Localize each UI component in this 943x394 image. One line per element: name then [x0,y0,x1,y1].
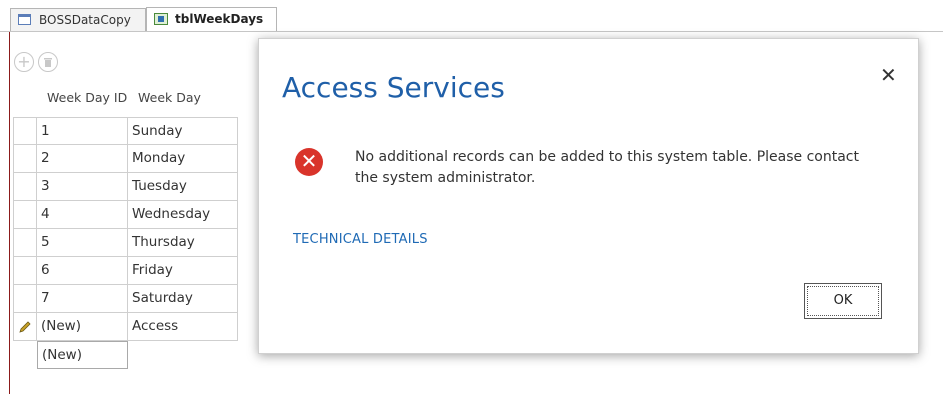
table-view-icon [154,13,168,25]
cell-week-day-id[interactable]: 7 [37,285,128,313]
cell-week-day[interactable]: Sunday [128,117,238,145]
cell-week-day[interactable]: Access [128,313,238,341]
cell-week-day[interactable]: Saturday [128,285,238,313]
cell-week-day-id[interactable]: (New) [37,313,128,341]
row-selector[interactable] [13,257,37,285]
error-message: No additional records can be added to th… [355,149,859,186]
row-selector[interactable] [13,285,37,313]
ok-button-label: OK [807,286,879,316]
cell-week-day[interactable]: Wednesday [128,201,238,229]
row-selector[interactable] [13,313,37,341]
cell-week-day-id[interactable]: 3 [37,173,128,201]
left-border [9,32,10,394]
cell-week-day-id[interactable]: 4 [37,201,128,229]
row-selector[interactable] [13,229,37,257]
technical-details-link[interactable]: TECHNICAL DETAILS [293,232,428,247]
error-icon: ✕ [295,148,323,176]
tab-baseline [0,31,943,32]
cell-week-day[interactable]: Tuesday [128,173,238,201]
document-tab-strip: BOSSDataCopy tblWeekDays [0,0,943,32]
row-selector[interactable] [13,145,37,173]
cell-week-day-id[interactable]: (New) [37,341,128,369]
tab-label: tblWeekDays [175,12,264,26]
plus-circle-icon: + [17,52,31,71]
cell-week-day[interactable]: Friday [128,257,238,285]
form-icon [18,14,31,25]
cell-week-day-id[interactable]: 2 [37,145,128,173]
tab-bossdatacopy[interactable]: BOSSDataCopy [10,8,146,31]
cell-week-day-id[interactable]: 1 [37,117,128,145]
pencil-edit-icon [19,321,31,333]
dialog-title: Access Services [282,71,505,104]
cell-week-day[interactable]: Thursday [128,229,238,257]
column-header-week-day-id[interactable]: Week Day ID [47,90,127,105]
trash-circle-icon [44,58,52,67]
add-record-button[interactable]: + [14,52,34,72]
tab-tblweekdays[interactable]: tblWeekDays [146,7,277,32]
error-dialog: Access Services ✕ ✕ No additional record… [258,38,919,354]
row-selector[interactable] [13,117,37,145]
row-selector[interactable] [13,341,37,369]
row-selector[interactable] [13,173,37,201]
row-selector[interactable] [13,201,37,229]
tab-label: BOSSDataCopy [39,13,131,27]
cell-week-day-id[interactable]: 6 [37,257,128,285]
cell-week-day[interactable]: Monday [128,145,238,173]
column-header-week-day[interactable]: Week Day [138,90,201,105]
cell-week-day[interactable] [128,341,238,369]
cell-week-day-id[interactable]: 5 [37,229,128,257]
close-icon[interactable]: ✕ [880,63,897,87]
delete-record-button[interactable] [38,52,58,72]
ok-button[interactable]: OK [804,283,882,319]
